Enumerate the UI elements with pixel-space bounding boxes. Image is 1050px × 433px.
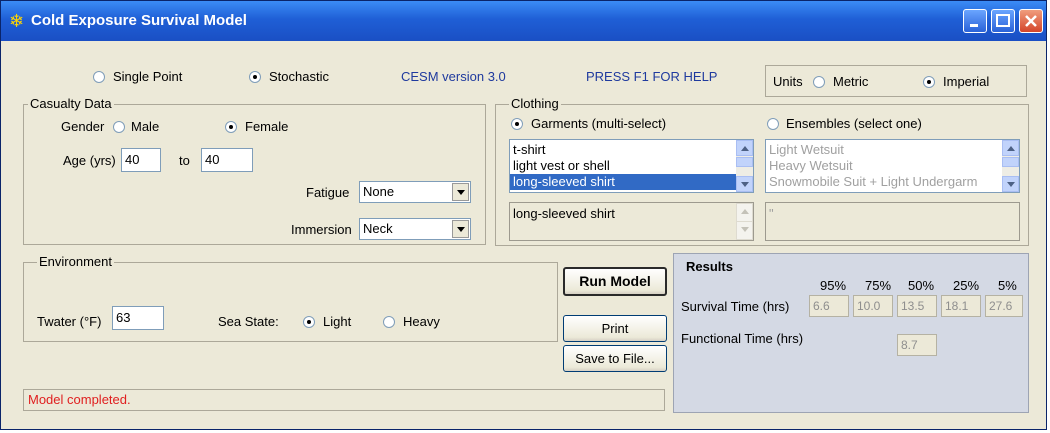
scrollbar[interactable] xyxy=(736,140,753,192)
age-to-label: to xyxy=(179,153,190,168)
version-label: CESM version 3.0 xyxy=(401,69,506,84)
light-label: Light xyxy=(323,314,352,329)
window-title: Cold Exposure Survival Model xyxy=(31,12,247,29)
immersion-select[interactable]: Neck xyxy=(359,218,471,240)
results-title: Results xyxy=(686,259,733,274)
status-bar: Model completed. xyxy=(23,389,665,411)
twater-label: Twater (°F) xyxy=(37,314,102,329)
survival-time-label: Survival Time (hrs) xyxy=(681,299,790,314)
age-to-input[interactable]: 40 xyxy=(201,148,253,172)
environment-legend: Environment xyxy=(37,254,114,269)
list-item[interactable]: t-shirt xyxy=(510,142,753,158)
scroll-up-icon[interactable] xyxy=(1002,140,1019,156)
scroll-up-icon[interactable] xyxy=(736,203,753,222)
light-radio[interactable] xyxy=(303,316,315,328)
survival-95-value: 6.6 xyxy=(809,295,849,317)
title-bar[interactable]: ❄ Cold Exposure Survival Model xyxy=(1,1,1046,41)
list-item[interactable]: Light Wetsuit xyxy=(766,142,1019,158)
imperial-radio[interactable] xyxy=(923,76,935,88)
scroll-thumb[interactable] xyxy=(736,157,753,167)
selected-garments-box: long-sleeved shirt xyxy=(509,202,754,241)
female-radio[interactable] xyxy=(225,121,237,133)
percentile-label: 75% xyxy=(865,278,892,293)
survival-50-value: 13.5 xyxy=(897,295,937,317)
list-item[interactable]: long-sleeved shirt xyxy=(510,174,753,190)
metric-label: Metric xyxy=(833,74,869,89)
gender-label: Gender xyxy=(61,119,105,134)
immersion-value: Neck xyxy=(363,221,393,236)
survival-25-value: 18.1 xyxy=(941,295,981,317)
chevron-down-icon[interactable] xyxy=(452,183,469,201)
immersion-label: Immersion xyxy=(291,222,352,237)
environment-group xyxy=(23,262,558,342)
age-label: Age (yrs) xyxy=(63,153,116,168)
status-message: Model completed. xyxy=(28,392,131,407)
app-icon: ❄ xyxy=(9,11,25,31)
percentile-label: 50% xyxy=(908,278,935,293)
maximize-button[interactable] xyxy=(991,9,1015,33)
clothing-legend: Clothing xyxy=(509,96,561,111)
metric-radio[interactable] xyxy=(813,76,825,88)
sea-state-label: Sea State: xyxy=(218,314,279,329)
scroll-thumb[interactable] xyxy=(1002,157,1019,167)
fatigue-select[interactable]: None xyxy=(359,181,471,203)
fatigue-value: None xyxy=(363,184,395,199)
list-item[interactable]: light vest or shell xyxy=(510,158,753,174)
single-point-label: Single Point xyxy=(113,69,183,84)
heavy-label: Heavy xyxy=(403,314,440,329)
selected-ensemble-box: " xyxy=(765,202,1020,241)
survival-75-value: 10.0 xyxy=(853,295,893,317)
app-window: ❄ Cold Exposure Survival Model Single Po… xyxy=(0,0,1047,430)
selected-garment-text: long-sleeved shirt xyxy=(513,206,615,221)
help-label: PRESS F1 FOR HELP xyxy=(586,69,718,84)
functional-time-label: Functional Time (hrs) xyxy=(681,331,804,346)
print-button[interactable]: Print xyxy=(563,315,667,342)
scroll-down-icon[interactable] xyxy=(1002,176,1019,192)
percentile-label: 25% xyxy=(953,278,980,293)
run-model-button[interactable]: Run Model xyxy=(563,267,667,296)
functional-50-value: 8.7 xyxy=(897,334,937,356)
percentile-label: 95% xyxy=(820,278,847,293)
minimize-button[interactable] xyxy=(963,9,987,33)
scrollbar[interactable] xyxy=(1002,140,1019,192)
close-button[interactable] xyxy=(1019,9,1043,33)
scroll-down-icon[interactable] xyxy=(736,176,753,192)
garments-label: Garments (multi-select) xyxy=(531,116,667,131)
casualty-data-legend: Casualty Data xyxy=(28,96,114,111)
selected-ensemble-text: " xyxy=(769,206,774,221)
male-label: Male xyxy=(131,119,160,134)
male-radio[interactable] xyxy=(113,121,125,133)
garments-radio[interactable] xyxy=(511,118,523,130)
twater-input[interactable]: 63 xyxy=(112,306,164,330)
units-label: Units xyxy=(773,74,803,89)
close-icon xyxy=(1025,15,1037,27)
survival-5-value: 27.6 xyxy=(985,295,1023,317)
list-item[interactable]: Snowmobile Suit + Light Undergarm xyxy=(766,174,1019,190)
scrollbar[interactable] xyxy=(736,203,753,240)
ensembles-label: Ensembles (select one) xyxy=(786,116,922,131)
fatigue-label: Fatigue xyxy=(306,185,350,200)
scroll-down-icon[interactable] xyxy=(736,221,753,240)
stochastic-label: Stochastic xyxy=(269,69,329,84)
imperial-label: Imperial xyxy=(943,74,990,89)
garments-list[interactable]: t-shirt light vest or shell long-sleeved… xyxy=(509,139,754,193)
save-to-file-button[interactable]: Save to File... xyxy=(563,345,667,372)
ensembles-radio[interactable] xyxy=(767,118,779,130)
stochastic-radio[interactable] xyxy=(249,71,261,83)
age-from-input[interactable]: 40 xyxy=(121,148,161,172)
chevron-down-icon[interactable] xyxy=(452,220,469,238)
ensembles-list[interactable]: Light Wetsuit Heavy Wetsuit Snowmobile S… xyxy=(765,139,1020,193)
heavy-radio[interactable] xyxy=(383,316,395,328)
percentile-label: 5% xyxy=(998,278,1017,293)
minimize-icon xyxy=(970,24,978,27)
female-label: Female xyxy=(245,119,289,134)
scroll-up-icon[interactable] xyxy=(736,140,753,156)
list-item[interactable]: Heavy Wetsuit xyxy=(766,158,1019,174)
single-point-radio[interactable] xyxy=(93,71,105,83)
maximize-icon xyxy=(996,14,1010,27)
